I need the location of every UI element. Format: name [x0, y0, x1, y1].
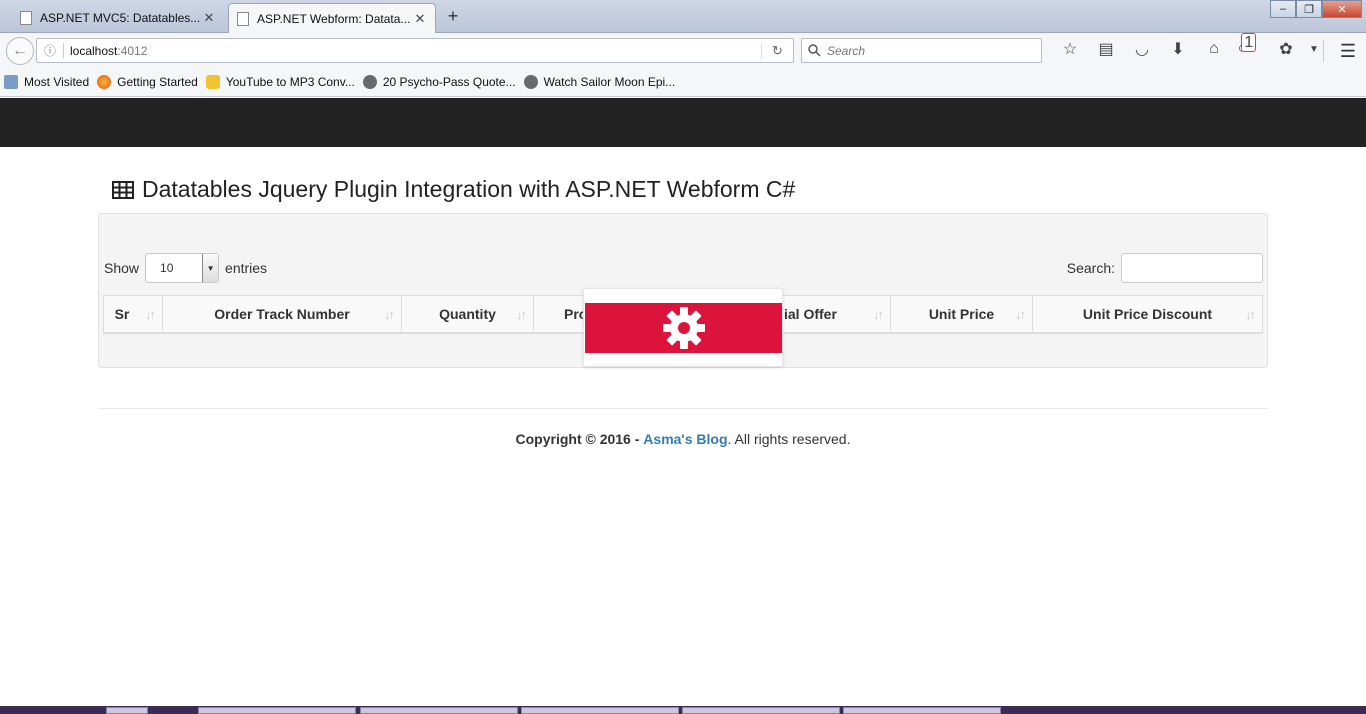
- new-tab-button[interactable]: +: [444, 6, 462, 27]
- search-label: Search:: [1066, 260, 1115, 276]
- column-header-quantity[interactable]: Quantity ↓↑: [402, 296, 534, 332]
- url-host: localhost: [70, 43, 118, 58]
- page-icon: [237, 11, 249, 26]
- bookmark-folder-icon: [4, 74, 18, 89]
- browser-tab-mvc5[interactable]: ASP.NET MVC5: Datatables... ✕: [12, 3, 224, 33]
- bookmark-psycho-pass[interactable]: 20 Psycho-Pass Quote...: [362, 74, 516, 89]
- reading-list-icon[interactable]: ▤: [1088, 39, 1124, 59]
- browser-search-input[interactable]: [827, 43, 1027, 58]
- site-navbar: [0, 98, 1366, 147]
- globe-icon: [362, 74, 377, 89]
- sort-icon: ↓↑: [516, 307, 527, 322]
- sort-icon: ↓↑: [145, 307, 156, 322]
- bookmarks-bar: Most Visited Getting Started YouTube to …: [0, 67, 1366, 97]
- maximize-button[interactable]: ❐: [1296, 0, 1322, 18]
- search-icon: [808, 44, 821, 57]
- page-length-control: Show 10 ▼ entries: [104, 253, 267, 283]
- column-label: Unit Price: [928, 306, 995, 322]
- close-window-button[interactable]: ✕: [1322, 0, 1362, 18]
- footer: Copyright © 2016 - Asma's Blog. All righ…: [0, 431, 1366, 447]
- url-text[interactable]: localhost:4012: [64, 44, 761, 58]
- firefox-icon: [97, 74, 112, 89]
- url-port: :4012: [117, 43, 148, 58]
- sort-icon: ↓↑: [384, 307, 395, 322]
- taskbar-button[interactable]: [682, 707, 840, 714]
- taskbar-button[interactable]: [198, 707, 356, 714]
- column-header-order-track-number[interactable]: Order Track Number ↓↑: [163, 296, 402, 332]
- blog-link[interactable]: Asma's Blog: [643, 431, 727, 447]
- reload-icon[interactable]: ↻: [761, 42, 793, 59]
- column-label: Sr: [114, 306, 130, 322]
- back-button[interactable]: ←: [6, 37, 34, 65]
- footer-divider: [98, 408, 1268, 409]
- chat-icon[interactable]: ○1: [1232, 33, 1268, 58]
- tab-title: ASP.NET MVC5: Datatables...: [40, 11, 201, 25]
- minimize-button[interactable]: –: [1270, 0, 1296, 18]
- page-title: Datatables Jquery Plugin Integration wit…: [112, 176, 795, 203]
- close-tab-icon[interactable]: ✕: [413, 11, 427, 27]
- table-search: Search:: [1067, 253, 1263, 283]
- column-header-unit-price-discount[interactable]: Unit Price Discount ↓↑: [1033, 296, 1262, 332]
- bookmark-most-visited[interactable]: Most Visited: [4, 74, 90, 89]
- page-icon: [20, 11, 32, 25]
- toolbar-icons: ☆ ▤ ◡ ⬇ ⌂ ○1 ✿ ▼: [1052, 33, 1324, 59]
- rights-text: . All rights reserved.: [727, 431, 851, 447]
- table-search-input[interactable]: [1121, 253, 1263, 283]
- menu-icon[interactable]: ☰: [1340, 41, 1356, 62]
- browser-search-box[interactable]: [801, 38, 1042, 63]
- processing-overlay: [583, 288, 783, 367]
- bookmark-label: 20 Psycho-Pass Quote...: [382, 74, 516, 89]
- browser-tab-bar: ASP.NET MVC5: Datatables... ✕ ASP.NET We…: [0, 0, 1366, 33]
- gear-icon: [662, 307, 705, 349]
- pocket-icon[interactable]: ◡: [1124, 39, 1160, 59]
- processing-bar: [585, 303, 782, 353]
- sort-icon: ↓↑: [1015, 307, 1026, 322]
- globe-icon: [523, 74, 538, 89]
- page-length-select[interactable]: 10 ▼: [145, 253, 220, 283]
- column-label: Quantity: [439, 306, 496, 322]
- star-icon[interactable]: ☆: [1052, 39, 1088, 59]
- dropdown-arrow-icon[interactable]: ▼: [202, 254, 219, 282]
- extension-icon[interactable]: ✿: [1268, 39, 1304, 59]
- browser-tab-webform[interactable]: ASP.NET Webform: Datata... ✕: [228, 3, 436, 33]
- home-icon[interactable]: ⌂: [1196, 40, 1232, 58]
- column-header-unit-price[interactable]: Unit Price ↓↑: [891, 296, 1033, 332]
- page-length-value: 10: [160, 261, 174, 275]
- table-icon: [112, 180, 134, 199]
- bookmark-getting-started[interactable]: Getting Started: [97, 74, 198, 89]
- divider: [1323, 40, 1324, 62]
- column-header-sr[interactable]: Sr ↓↑: [104, 296, 163, 332]
- sort-icon: ↓↑: [1245, 307, 1256, 322]
- copyright-text: Copyright © 2016 -: [515, 431, 640, 447]
- bookmark-label: Most Visited: [24, 74, 90, 89]
- column-label: Order Track Number: [214, 306, 350, 322]
- download-icon[interactable]: ⬇: [1160, 39, 1196, 59]
- window-controls: – ❐ ✕: [1270, 0, 1362, 18]
- column-label: ial Offer: [784, 306, 837, 322]
- sort-icon: ↓↑: [873, 307, 884, 322]
- show-label: Show: [104, 260, 140, 276]
- taskbar-button[interactable]: [106, 707, 148, 714]
- bookmark-label: YouTube to MP3 Conv...: [225, 74, 355, 89]
- bookmark-label: Getting Started: [117, 74, 198, 89]
- info-icon[interactable]: ⓘ: [37, 42, 63, 59]
- bookmark-label: Watch Sailor Moon Epi...: [543, 74, 676, 89]
- taskbar-button[interactable]: [360, 707, 518, 714]
- column-label: Unit Price Discount: [1082, 306, 1213, 322]
- crown-icon: [205, 74, 220, 89]
- chevron-down-icon[interactable]: ▼: [1304, 44, 1324, 55]
- taskbar-button[interactable]: [843, 707, 1001, 714]
- taskbar-button[interactable]: [521, 707, 679, 714]
- close-tab-icon[interactable]: ✕: [202, 10, 216, 26]
- page-title-text: Datatables Jquery Plugin Integration wit…: [142, 176, 796, 202]
- address-bar[interactable]: ⓘ localhost:4012 ↻: [36, 38, 794, 63]
- os-taskbar: [0, 706, 1366, 714]
- entries-label: entries: [225, 260, 268, 276]
- bookmark-youtube-mp3[interactable]: YouTube to MP3 Conv...: [205, 74, 355, 89]
- bookmark-sailor-moon[interactable]: Watch Sailor Moon Epi...: [523, 74, 676, 89]
- tab-title: ASP.NET Webform: Datata...: [257, 11, 411, 26]
- notification-badge: 1: [1241, 33, 1257, 52]
- browser-navigation-bar: ← ⓘ localhost:4012 ↻ ☆ ▤ ◡ ⬇ ⌂ ○1 ✿ ▼ ☰: [0, 33, 1366, 67]
